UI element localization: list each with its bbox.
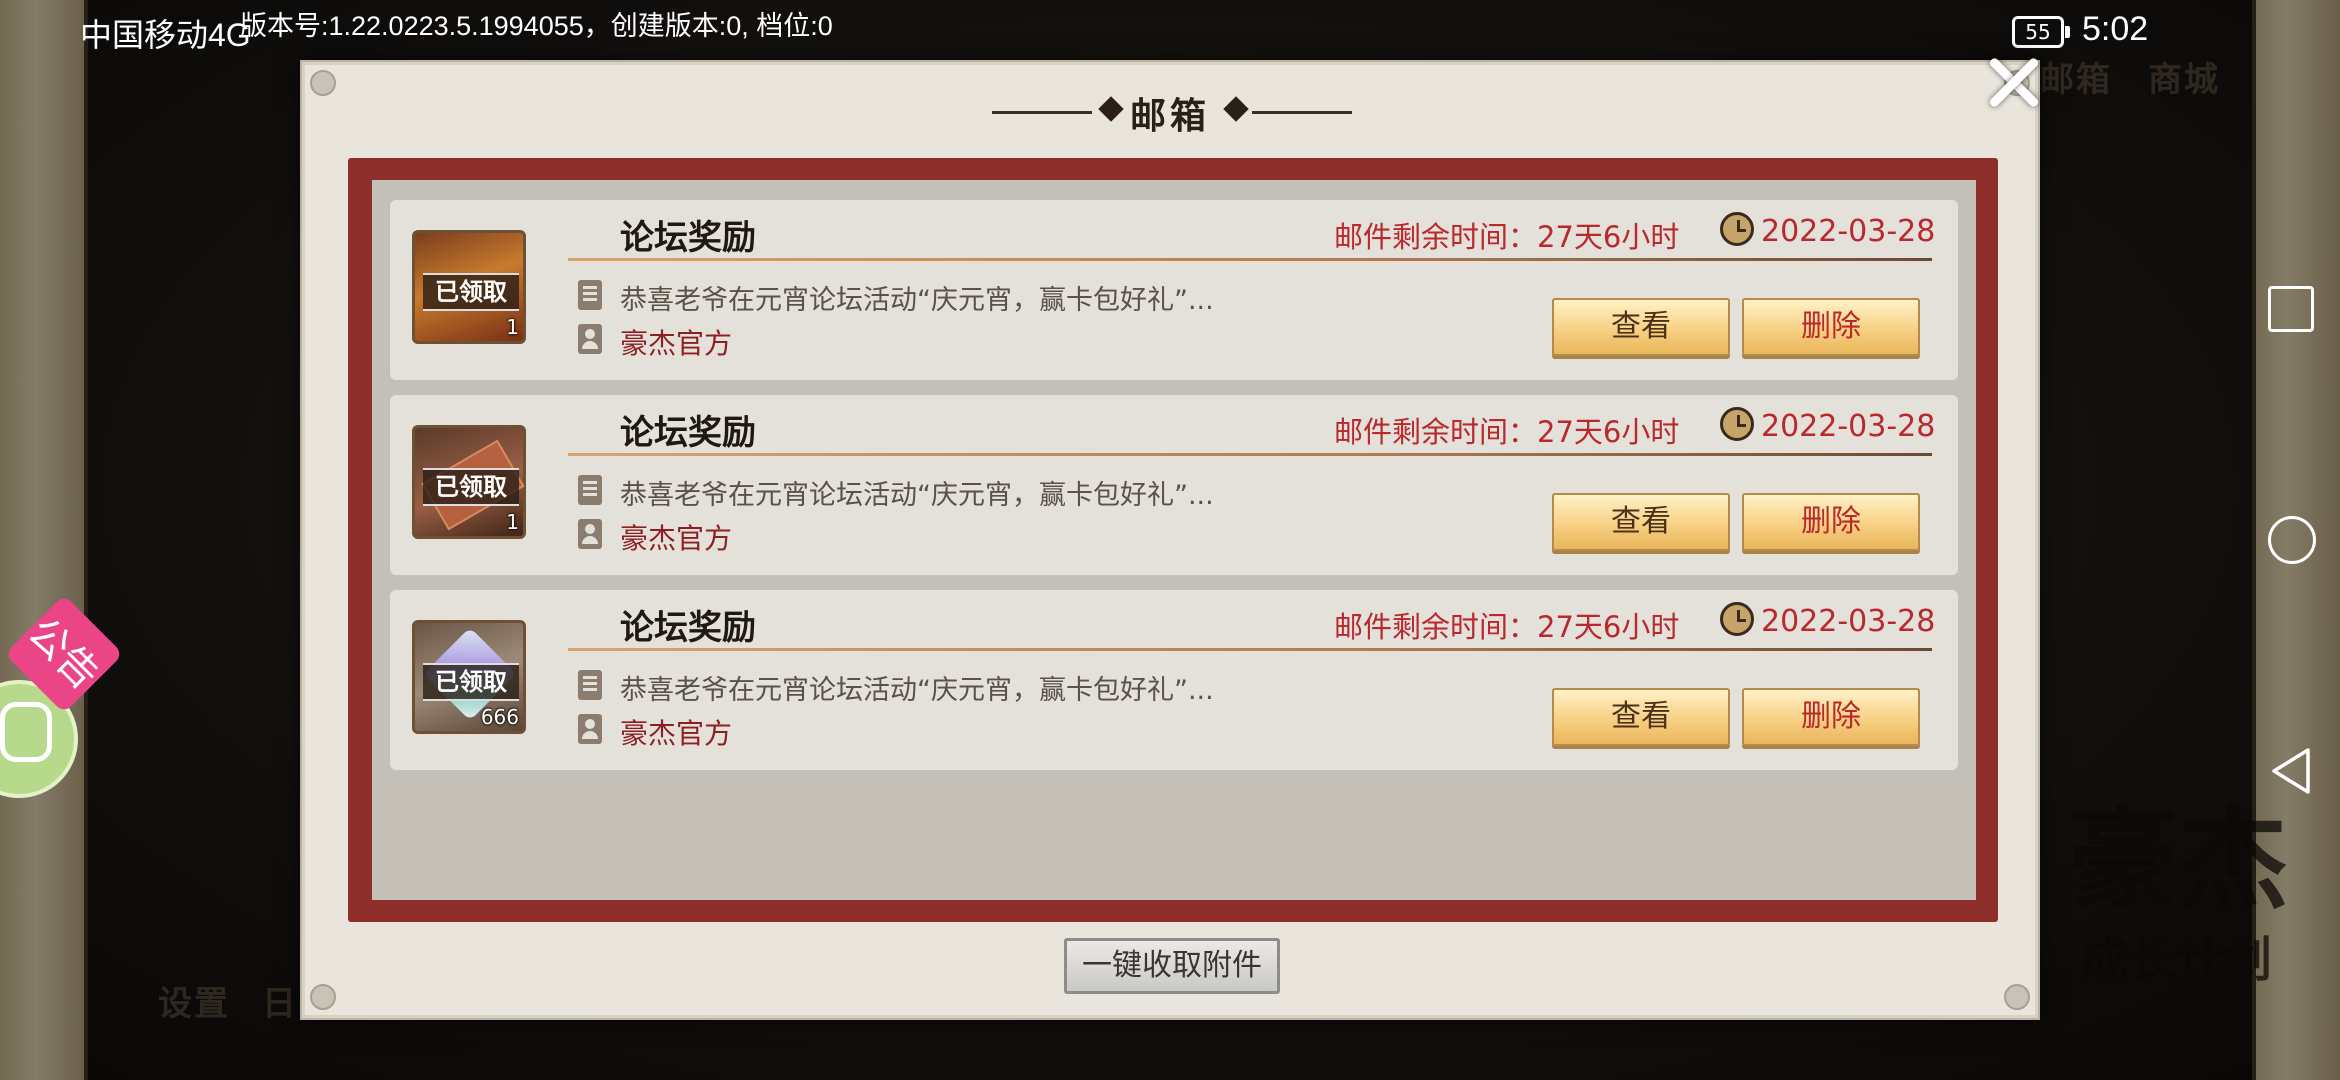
- attachment-ticket-icon[interactable]: 已领取 1: [412, 425, 526, 539]
- mail-title: 论坛奖励: [620, 413, 756, 453]
- mail-remaining-time: 邮件剩余时间：27天6小时: [1334, 610, 1680, 644]
- back-button[interactable]: [2268, 746, 2314, 794]
- mail-sender: 豪杰官方: [620, 522, 733, 555]
- mail-item[interactable]: 已领取 1 论坛奖励 邮件剩余时间：27天6小时 2022-03-28 恭喜老爷…: [390, 395, 1958, 575]
- mailbox-dialog: 邮箱 已领取 1 论坛奖励 邮件剩余时间：27天6小时 2022-03-28 恭…: [300, 60, 2040, 1020]
- mail-remaining-time: 邮件剩余时间：27天6小时: [1334, 220, 1680, 254]
- status-time: 5:02: [2082, 10, 2149, 48]
- mail-preview: 恭喜老爷在元宵论坛活动“庆元宵，赢卡包好礼”...: [620, 285, 1214, 316]
- mail-list[interactable]: 已领取 1 论坛奖励 邮件剩余时间：27天6小时 2022-03-28 恭喜老爷…: [372, 180, 1976, 900]
- back-nav-icon: [2272, 748, 2310, 794]
- user-icon: [578, 519, 602, 549]
- mail-date: 2022-03-28: [1761, 409, 1936, 444]
- mail-divider: [568, 258, 1932, 261]
- claim-all-attachments-button[interactable]: 一键收取附件: [1064, 938, 1280, 994]
- delete-button[interactable]: 删除: [1742, 688, 1920, 746]
- document-icon: [578, 280, 602, 310]
- mail-divider: [568, 648, 1932, 651]
- view-button[interactable]: 查看: [1552, 298, 1730, 356]
- view-button[interactable]: 查看: [1552, 493, 1730, 551]
- mail-item[interactable]: 已领取 666 论坛奖励 邮件剩余时间：27天6小时 2022-03-28 恭喜…: [390, 590, 1958, 770]
- dialog-title: 邮箱: [1129, 96, 1210, 137]
- claimed-stamp: 已领取: [423, 663, 519, 701]
- attachment-count: 1: [506, 510, 519, 534]
- attachment-count: 666: [480, 705, 519, 729]
- carrier-name: 中国移动4G: [80, 17, 251, 53]
- document-icon: [578, 475, 602, 505]
- mail-preview: 恭喜老爷在元宵论坛活动“庆元宵，赢卡包好礼”...: [620, 480, 1214, 511]
- clock-icon: [1720, 212, 1754, 246]
- clock-icon: [1720, 407, 1754, 441]
- home-button[interactable]: [2268, 516, 2316, 564]
- mail-remaining-time: 邮件剩余时间：27天6小时: [1334, 415, 1680, 449]
- user-icon: [578, 324, 602, 354]
- mail-sender: 豪杰官方: [620, 327, 733, 360]
- attachment-card-icon[interactable]: 已领取 1: [412, 230, 526, 344]
- clock-icon: [1720, 602, 1754, 636]
- attachment-gem-icon[interactable]: 已领取 666: [412, 620, 526, 734]
- recent-apps-button[interactable]: [2268, 286, 2314, 332]
- mail-list-frame: 已领取 1 论坛奖励 邮件剩余时间：27天6小时 2022-03-28 恭喜老爷…: [348, 158, 1998, 922]
- version-info: 版本号:1.22.0223.5.1994055，创建版本:0, 档位:0: [240, 11, 833, 41]
- attachment-count: 1: [506, 315, 519, 339]
- close-button[interactable]: [1978, 46, 2050, 118]
- claimed-stamp: 已领取: [423, 273, 519, 311]
- document-icon: [578, 670, 602, 700]
- mail-date: 2022-03-28: [1761, 214, 1936, 249]
- mail-preview: 恭喜老爷在元宵论坛活动“庆元宵，赢卡包好礼”...: [620, 675, 1214, 706]
- delete-button[interactable]: 删除: [1742, 298, 1920, 356]
- mail-divider: [568, 453, 1932, 456]
- mail-item[interactable]: 已领取 1 论坛奖励 邮件剩余时间：27天6小时 2022-03-28 恭喜老爷…: [390, 200, 1958, 380]
- claimed-stamp: 已领取: [423, 468, 519, 506]
- delete-button[interactable]: 删除: [1742, 493, 1920, 551]
- gamepad-icon: [0, 702, 52, 762]
- mail-sender: 豪杰官方: [620, 717, 733, 750]
- user-icon: [578, 714, 602, 744]
- mail-title: 论坛奖励: [620, 608, 756, 648]
- mail-title: 论坛奖励: [620, 218, 756, 258]
- mail-date: 2022-03-28: [1761, 604, 1936, 639]
- battery-icon: 55: [2012, 16, 2070, 48]
- view-button[interactable]: 查看: [1552, 688, 1730, 746]
